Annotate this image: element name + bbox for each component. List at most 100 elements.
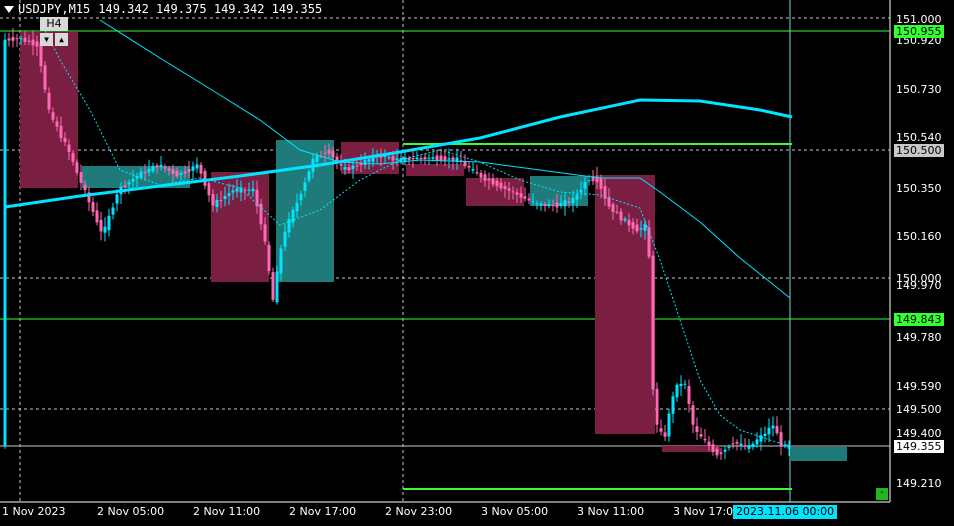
- candle-body: [27, 40, 31, 42]
- price-level-label: 150.955: [894, 25, 944, 38]
- candle-body: [235, 188, 239, 192]
- htf-timeframe-label[interactable]: H4: [40, 17, 68, 31]
- candle-body: [251, 188, 255, 192]
- scroll-up-button[interactable]: ▲: [55, 33, 68, 46]
- price-tick-label: 149.400: [896, 427, 942, 440]
- candle-body: [671, 396, 675, 414]
- candle-body: [675, 384, 679, 398]
- candle-body: [211, 194, 215, 206]
- candle-body: [323, 152, 327, 154]
- candle-body: [443, 156, 447, 161]
- candle-body: [695, 426, 699, 432]
- candle-body: [487, 178, 491, 181]
- candle-body: [259, 203, 263, 225]
- candle-body: [483, 174, 487, 181]
- candle-body: [655, 388, 659, 425]
- price-tick-label: 150.540: [896, 131, 942, 144]
- candle-body: [547, 203, 551, 207]
- candle-body: [79, 172, 83, 183]
- candle-body: [271, 272, 275, 300]
- candle-body: [639, 228, 643, 230]
- candle-body: [231, 190, 235, 193]
- candle-body: [63, 137, 67, 143]
- candle-body: [687, 386, 691, 404]
- candle-body: [279, 248, 283, 274]
- candlesticks: [3, 28, 791, 460]
- candle-body: [643, 224, 647, 231]
- candle-body: [187, 169, 191, 172]
- candle-body: [395, 158, 399, 161]
- level-lines: [0, 17, 890, 490]
- candle-body: [491, 178, 495, 185]
- candle-body: [275, 271, 279, 303]
- candle-body: [143, 171, 147, 174]
- candle-body: [147, 168, 151, 173]
- candle-body: [159, 164, 163, 168]
- time-label: 2 Nov 05:00: [97, 505, 165, 518]
- candle-body: [731, 443, 735, 445]
- candle-body: [99, 219, 103, 232]
- candle-body: [387, 157, 391, 159]
- candle-body: [715, 448, 719, 456]
- candle-body: [739, 443, 743, 446]
- time-label: 2 Nov 23:00: [385, 505, 453, 518]
- candle-body: [727, 447, 731, 449]
- candle-body: [227, 193, 231, 196]
- candle-body: [531, 201, 535, 203]
- candle-body: [507, 188, 511, 191]
- candle-body: [599, 178, 603, 189]
- candle-body: [355, 165, 359, 167]
- candle-body: [447, 158, 451, 160]
- candle-body: [75, 162, 79, 173]
- candle-body: [535, 203, 539, 205]
- crosshair-time-label: 2023.11.06 00:00: [733, 505, 838, 519]
- candle-body: [711, 444, 715, 452]
- current-price-label: 149.355: [894, 440, 944, 453]
- candle-body: [475, 172, 479, 174]
- candle-body: [39, 43, 43, 67]
- candle-body: [723, 449, 727, 452]
- candle-body: [83, 184, 87, 191]
- candle-body: [351, 165, 355, 170]
- candle-body: [679, 383, 683, 387]
- candle-body: [435, 155, 439, 161]
- candle-body: [327, 149, 331, 154]
- candle-body: [367, 159, 371, 162]
- candle-body: [3, 39, 7, 446]
- candle-body: [635, 224, 639, 232]
- htf-boxes: [20, 32, 847, 461]
- time-label: 2 Nov 17:00: [289, 505, 357, 518]
- candle-body: [103, 226, 107, 233]
- candle-body: [363, 160, 367, 165]
- candle-body: [583, 181, 587, 189]
- candle-body: [127, 182, 131, 185]
- candle-body: [175, 170, 179, 177]
- candle-body: [631, 222, 635, 229]
- price-chart[interactable]: [0, 0, 954, 526]
- candle-body: [91, 202, 95, 212]
- candle-body: [35, 41, 39, 47]
- candle-body: [667, 413, 671, 437]
- candle-body: [31, 39, 35, 46]
- candle-body: [295, 202, 299, 212]
- candle-body: [203, 170, 207, 186]
- candle-body: [523, 196, 527, 199]
- chart-menu-triangle-icon[interactable]: [4, 5, 14, 13]
- candle-body: [343, 167, 347, 170]
- chart-area[interactable]: USDJPY,M15 149.342 149.375 149.342 149.3…: [0, 0, 954, 526]
- candle-body: [771, 425, 775, 429]
- time-label: 1 Nov 2023: [2, 505, 66, 518]
- slow-ma-line: [4, 98, 793, 209]
- scroll-down-button[interactable]: ▼: [40, 33, 53, 46]
- candle-body: [571, 197, 575, 204]
- fast-ma-line: [39, 19, 791, 447]
- candle-body: [347, 167, 351, 171]
- candle-body: [167, 168, 171, 171]
- minimize-button[interactable]: -: [876, 488, 888, 500]
- candle-body: [215, 199, 219, 208]
- candle-body: [439, 155, 443, 161]
- candle-body: [543, 203, 547, 207]
- candle-body: [283, 231, 287, 247]
- symbol-timeframe: USDJPY,M15: [18, 2, 91, 16]
- candle-body: [719, 452, 723, 455]
